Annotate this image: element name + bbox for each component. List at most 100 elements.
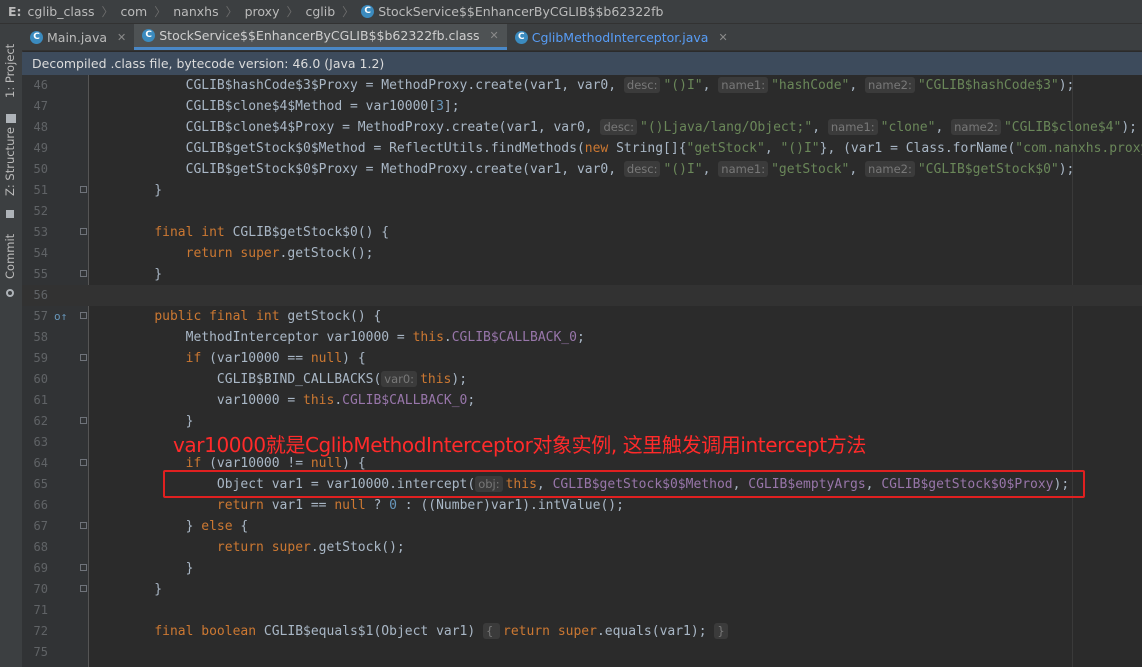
code-line[interactable]: 75 bbox=[22, 642, 1142, 663]
line-number: 66 bbox=[33, 498, 48, 512]
code-line[interactable]: 54 return super.getStock(); bbox=[22, 243, 1142, 264]
line-number: 49 bbox=[33, 141, 48, 155]
code-editor[interactable]: 46 CGLIB$hashCode$3$Proxy = MethodProxy.… bbox=[22, 75, 1142, 667]
breadcrumb-item[interactable]: nanxhs 〉 bbox=[173, 3, 244, 20]
project-tool-button[interactable]: 1: Project bbox=[3, 44, 17, 98]
line-number: 69 bbox=[33, 561, 48, 575]
code-line[interactable]: 50 CGLIB$getStock$0$Proxy = MethodProxy.… bbox=[22, 159, 1142, 180]
code-token: ); bbox=[1121, 120, 1137, 135]
code-token: 0 bbox=[389, 498, 405, 513]
code-token: (var10000 == bbox=[209, 351, 311, 366]
editor-tab[interactable]: C Main.java ✕ bbox=[22, 24, 134, 50]
code-token: this bbox=[412, 330, 444, 345]
code-text: } bbox=[123, 264, 162, 285]
code-token: ; bbox=[467, 393, 476, 408]
line-number: 54 bbox=[33, 246, 48, 260]
breadcrumb-item[interactable]: proxy 〉 bbox=[245, 3, 306, 20]
fold-toggle-icon[interactable] bbox=[80, 564, 87, 571]
close-icon[interactable]: ✕ bbox=[718, 31, 727, 44]
fold-toggle-icon[interactable] bbox=[80, 459, 87, 466]
code-token: , bbox=[812, 120, 828, 135]
code-line[interactable]: 68 return super.getStock(); bbox=[22, 537, 1142, 558]
code-token: "CGLIB$clone$4" bbox=[1003, 120, 1122, 135]
code-line[interactable]: 53 final int CGLIB$getStock$0() { bbox=[22, 222, 1142, 243]
breadcrumb-item-label: cglib_class bbox=[27, 4, 95, 19]
code-token: , bbox=[764, 141, 781, 156]
fold-toggle-icon[interactable] bbox=[80, 270, 87, 277]
code-text: } bbox=[123, 558, 194, 579]
editor-tab[interactable]: C StockService$$EnhancerByCGLIB$$b62322fb… bbox=[134, 24, 507, 50]
code-line[interactable]: 69 } bbox=[22, 558, 1142, 579]
line-number: 64 bbox=[33, 456, 48, 470]
code-line[interactable]: 60 CGLIB$BIND_CALLBACKS(var0: this); bbox=[22, 369, 1142, 390]
fold-toggle-icon[interactable] bbox=[80, 585, 87, 592]
close-icon[interactable]: ✕ bbox=[117, 31, 126, 44]
code-line[interactable]: 70 } bbox=[22, 579, 1142, 600]
code-token: }, (var1 = Class.forName( bbox=[819, 141, 1016, 156]
code-token: "()I" bbox=[780, 141, 820, 156]
fold-toggle-icon[interactable] bbox=[80, 312, 87, 319]
breadcrumb-item[interactable]: cglib 〉 bbox=[305, 3, 361, 20]
line-number: 60 bbox=[33, 372, 48, 386]
code-line[interactable]: 61 var10000 = this.CGLIB$CALLBACK_0; bbox=[22, 390, 1142, 411]
breadcrumb-item[interactable]: cglib_class 〉 bbox=[28, 3, 121, 20]
code-line[interactable]: 59 if (var10000 == null) { bbox=[22, 348, 1142, 369]
code-token: 3 bbox=[436, 99, 444, 114]
code-line[interactable]: 46 CGLIB$hashCode$3$Proxy = MethodProxy.… bbox=[22, 75, 1142, 96]
parameter-hint: name1: bbox=[718, 161, 769, 177]
code-token: ]; bbox=[443, 99, 460, 114]
code-line[interactable]: 52 bbox=[22, 201, 1142, 222]
breadcrumb-item-label: proxy bbox=[244, 4, 280, 19]
code-text: CGLIB$clone$4$Method = var10000[3]; bbox=[123, 96, 460, 117]
code-token: , bbox=[849, 162, 866, 177]
code-token: "clone" bbox=[880, 120, 936, 135]
code-token: return super bbox=[503, 624, 597, 639]
code-token: if bbox=[185, 351, 210, 366]
parameter-hint: name2: bbox=[865, 77, 915, 93]
code-token: null bbox=[310, 351, 343, 366]
code-line[interactable]: 71 bbox=[22, 600, 1142, 621]
code-token: return super bbox=[216, 540, 311, 555]
override-gutter-icon[interactable]: o↑ bbox=[54, 306, 67, 327]
code-line[interactable]: 51 } bbox=[22, 180, 1142, 201]
code-line[interactable]: 72 final boolean CGLIB$equals$1(Object v… bbox=[22, 621, 1142, 642]
code-line[interactable]: 66 return var1 == null ? 0 : ((Number)va… bbox=[22, 495, 1142, 516]
code-token: "()I" bbox=[663, 78, 703, 93]
line-number: 50 bbox=[33, 162, 48, 176]
code-token: ); bbox=[1058, 162, 1075, 177]
code-token: MethodInterceptor var10000 = bbox=[123, 330, 413, 345]
parameter-hint: } bbox=[714, 623, 728, 639]
code-line[interactable]: 48 CGLIB$clone$4$Proxy = MethodProxy.cre… bbox=[22, 117, 1142, 138]
code-line[interactable]: 49 CGLIB$getStock$0$Method = ReflectUtil… bbox=[22, 138, 1142, 159]
code-line[interactable]: 58 MethodInterceptor var10000 = this.CGL… bbox=[22, 327, 1142, 348]
code-line[interactable]: 56 bbox=[22, 285, 1142, 306]
code-line[interactable]: 57 o↑ public final int getStock() { bbox=[22, 306, 1142, 327]
commit-tool-button[interactable]: Commit bbox=[3, 234, 17, 279]
code-line[interactable]: 67 } else { bbox=[22, 516, 1142, 537]
code-token: "hashCode" bbox=[771, 78, 850, 93]
code-token: "()Ljava/lang/Object;" bbox=[640, 120, 813, 135]
tool-window-strip: 1: Project Z: Structure Commit bbox=[0, 24, 23, 667]
code-token: ? bbox=[373, 498, 390, 513]
fold-toggle-icon[interactable] bbox=[80, 354, 87, 361]
fold-toggle-icon[interactable] bbox=[80, 522, 87, 529]
line-number: 67 bbox=[33, 519, 48, 533]
code-text: public final int getStock() { bbox=[123, 306, 381, 327]
code-token: , bbox=[935, 120, 952, 135]
fold-toggle-icon[interactable] bbox=[80, 417, 87, 424]
code-token: "com.nanxhs.proxy bbox=[1015, 141, 1142, 156]
fold-toggle-icon[interactable] bbox=[80, 186, 87, 193]
editor-tab[interactable]: C CglibMethodInterceptor.java ✕ bbox=[507, 24, 736, 50]
structure-tool-button[interactable]: Z: Structure bbox=[3, 127, 17, 196]
fold-toggle-icon[interactable] bbox=[80, 228, 87, 235]
code-line[interactable]: 47 CGLIB$clone$4$Method = var10000[3]; bbox=[22, 96, 1142, 117]
breadcrumb-item[interactable]: com 〉 bbox=[121, 3, 174, 20]
code-token: } bbox=[123, 183, 163, 198]
breadcrumb-file[interactable]: C StockService$$EnhancerByCGLIB$$b62322f… bbox=[361, 4, 663, 19]
code-text: final int CGLIB$getStock$0() { bbox=[123, 222, 389, 243]
code-token: CGLIB$CALLBACK_0 bbox=[342, 393, 468, 408]
code-line[interactable]: 55 } bbox=[22, 264, 1142, 285]
close-icon[interactable]: ✕ bbox=[490, 29, 499, 42]
breadcrumb-drive[interactable]: E: bbox=[8, 4, 22, 19]
